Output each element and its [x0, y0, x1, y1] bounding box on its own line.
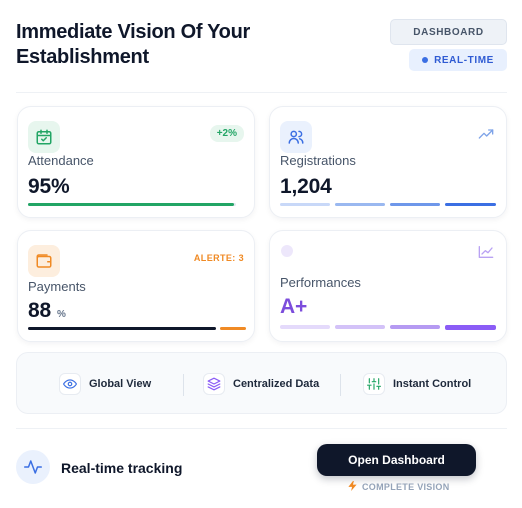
feature-global-view[interactable]: Global View — [59, 373, 151, 395]
performances-segment — [280, 325, 330, 329]
payments-unit: % — [56, 309, 66, 320]
footer-divider — [16, 428, 507, 429]
chart-icon — [478, 245, 494, 264]
performances-segment — [335, 325, 385, 329]
registrations-segment — [280, 203, 330, 206]
feature-divider — [183, 374, 184, 396]
registrations-segment — [445, 203, 496, 206]
feature-divider — [340, 374, 341, 396]
feature-instant-control[interactable]: Instant Control — [363, 373, 471, 395]
payments-value: 88% — [28, 299, 66, 323]
payments-card[interactable]: ALERTE: 3 Payments 88% — [17, 230, 255, 342]
status-dot-icon — [281, 245, 293, 257]
attendance-progress-fill — [28, 203, 234, 206]
tracking-label: Real-time tracking — [61, 460, 183, 476]
layers-icon — [203, 373, 225, 395]
performances-card[interactable]: Performances A+ — [269, 230, 507, 342]
registrations-segment — [335, 203, 385, 206]
sliders-icon — [363, 373, 385, 395]
payments-progress-remainder — [220, 327, 246, 330]
payments-progress-fill — [28, 327, 216, 330]
live-dot-icon — [422, 57, 429, 63]
open-dashboard-button[interactable]: Open Dashboard — [317, 444, 476, 476]
feature-label: Instant Control — [393, 378, 472, 390]
complete-vision-caption: COMPLETE VISION — [347, 480, 450, 494]
page-title: Immediate Vision Of Your Establishment — [16, 21, 250, 68]
activity-icon — [16, 450, 50, 484]
users-icon — [280, 121, 312, 153]
registrations-card[interactable]: Registrations 1,204 — [269, 106, 507, 218]
calendar-check-icon — [28, 121, 60, 153]
realtime-badge: REAL-TIME — [409, 49, 507, 71]
registrations-label: Registrations — [280, 153, 356, 168]
realtime-label: REAL-TIME — [434, 54, 494, 66]
payments-number: 88 — [28, 299, 51, 322]
performances-segment — [390, 325, 440, 329]
wallet-icon — [28, 245, 60, 277]
attendance-label: Attendance — [28, 153, 94, 168]
feature-centralized-data[interactable]: Centralized Data — [203, 373, 319, 395]
attendance-value: 95% — [28, 175, 70, 198]
trending-up-icon — [478, 127, 494, 145]
registrations-value: 1,204 — [280, 175, 332, 198]
registrations-segment — [390, 203, 440, 206]
eye-icon — [59, 373, 81, 395]
performances-segment — [445, 325, 496, 330]
payments-alert: ALERTE: 3 — [193, 253, 244, 263]
lightning-icon — [347, 480, 358, 494]
attendance-change-badge: +2% — [209, 125, 244, 142]
attendance-card[interactable]: +2% Attendance 95% — [17, 106, 255, 218]
header-divider — [16, 92, 507, 93]
performances-label: Performances — [280, 275, 361, 290]
payments-label: Payments — [28, 279, 86, 294]
feature-label: Global View — [89, 378, 152, 390]
dashboard-badge: DASHBOARD — [390, 19, 507, 45]
feature-label: Centralized Data — [233, 378, 320, 390]
features-strip: Global View Centralized Data Instant Con… — [16, 352, 507, 414]
performances-value: A+ — [280, 295, 308, 318]
complete-vision-label: COMPLETE VISION — [362, 482, 450, 492]
